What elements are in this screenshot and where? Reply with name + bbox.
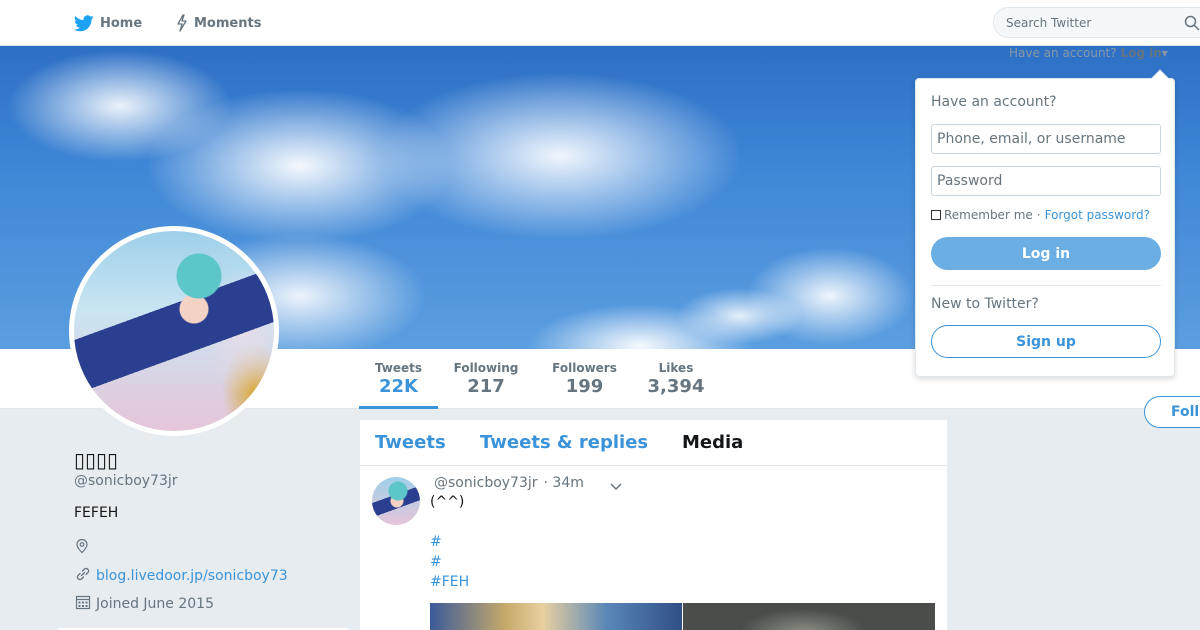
timeline-tabs: Tweets Tweets & replies Media [360, 420, 947, 466]
forgot-password-link[interactable]: Forgot password? [1045, 208, 1150, 222]
login-link[interactable]: Have an account? Log in▾ [1009, 46, 1168, 60]
stat-label: Tweets [374, 361, 423, 375]
tweet-header: @sonicboy73jr · 34m [434, 475, 622, 491]
stat-likes[interactable]: Likes 3,394 [642, 349, 710, 409]
tweet-media-image[interactable] [683, 603, 935, 630]
stat-value: 22K [379, 376, 418, 397]
password-placeholder: Password [937, 173, 1003, 189]
stat-value: 3,394 [647, 376, 705, 397]
login-link-action[interactable]: Log in [1120, 46, 1161, 60]
tab-tweets[interactable]: Tweets [375, 432, 446, 453]
tab-tweets-replies[interactable]: Tweets & replies [480, 432, 648, 453]
tab-media[interactable]: Media [682, 432, 743, 453]
dropdown-divider [931, 285, 1161, 286]
tweet-avatar[interactable] [372, 477, 420, 525]
link-icon [74, 565, 92, 587]
stat-value: 199 [565, 376, 604, 397]
remember-label[interactable]: Remember me [944, 208, 1033, 222]
profile-name: ▯▯▯▯ [74, 448, 119, 472]
profile-url-link[interactable]: blog.livedoor.jp/sonicboy73 [96, 568, 288, 584]
login-dropdown-title: Have an account? [931, 94, 1057, 110]
remember-checkbox[interactable] [931, 210, 941, 220]
tweet-hashtag[interactable]: #FEH [430, 574, 469, 590]
profile-handle[interactable]: @sonicboy73jr [74, 473, 178, 489]
location-pin-icon [74, 538, 90, 558]
profile-bio: FEFEH [74, 505, 119, 521]
remember-row: Remember me · Forgot password? [931, 208, 1150, 222]
search-input[interactable]: Search Twitter [993, 7, 1200, 38]
signup-button[interactable]: Sign up [931, 325, 1161, 358]
tweet-media-image[interactable] [430, 603, 682, 630]
remember-separator: · [1036, 208, 1041, 222]
search-placeholder: Search Twitter [1006, 15, 1092, 30]
stat-value: 217 [467, 376, 505, 397]
stat-tweets[interactable]: Tweets 22K [359, 349, 438, 409]
profile-url: blog.livedoor.jp/sonicboy73 [74, 565, 288, 587]
chevron-down-icon: ▾ [1161, 46, 1168, 60]
username-placeholder: Phone, email, or username [937, 131, 1126, 147]
tweet-timestamp[interactable]: · 34m [544, 475, 584, 491]
nav-moments-label: Moments [194, 15, 262, 31]
tweet-handle[interactable]: @sonicboy73jr [434, 475, 538, 491]
login-dropdown: Have an account? Phone, email, or userna… [915, 69, 1175, 377]
login-link-prefix: Have an account? [1009, 46, 1117, 60]
tweet-hashtag[interactable]: # [430, 534, 442, 550]
tweet-text: (^^) [430, 494, 465, 510]
calendar-icon [74, 593, 92, 615]
tweet-hashtag[interactable]: # [430, 554, 442, 570]
lightning-icon [176, 14, 188, 32]
chevron-down-icon[interactable] [610, 479, 622, 495]
stat-following[interactable]: Following 217 [449, 349, 523, 409]
nav-moments[interactable]: Moments [176, 0, 261, 46]
follow-button[interactable]: Foll [1144, 396, 1200, 428]
top-nav: Home Moments Search Twitter [0, 0, 1200, 46]
password-field[interactable]: Password [931, 166, 1161, 196]
stat-label: Followers [552, 361, 617, 375]
stat-label: Following [453, 361, 519, 375]
search-icon[interactable] [1184, 15, 1200, 34]
login-button[interactable]: Log in [931, 237, 1161, 270]
new-to-twitter-label: New to Twitter? [931, 296, 1039, 312]
profile-location [74, 538, 90, 558]
twitter-bird-icon [74, 14, 94, 32]
avatar[interactable] [69, 226, 279, 436]
stat-followers[interactable]: Followers 199 [547, 349, 622, 409]
timeline: Tweets Tweets & replies Media @sonicboy7… [360, 420, 947, 630]
nav-home-label: Home [100, 15, 143, 31]
profile-joined: Joined June 2015 [74, 593, 214, 615]
stat-label: Likes [658, 361, 694, 375]
nav-home[interactable]: Home [74, 0, 142, 46]
username-field[interactable]: Phone, email, or username [931, 124, 1161, 154]
profile-joined-text: Joined June 2015 [96, 596, 214, 612]
